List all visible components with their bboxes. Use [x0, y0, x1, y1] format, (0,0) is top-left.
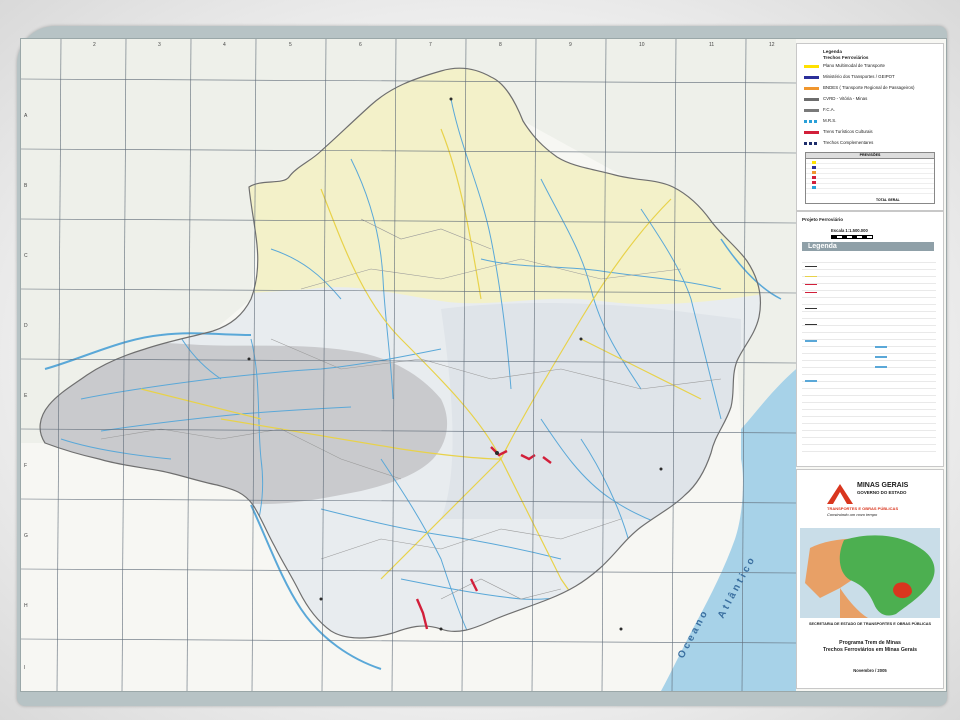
table-swatch	[812, 181, 816, 184]
region-center-east	[441, 303, 741, 519]
brand-slogan: Construindo um novo tempo	[827, 512, 878, 517]
grid-col-label: 8	[499, 42, 502, 48]
legend-symbol-line	[875, 346, 887, 348]
legend-item-label: Trens Turísticos Culturais	[823, 129, 873, 134]
grid-col-label: 5	[289, 42, 292, 48]
grid-col-label: 11	[709, 42, 714, 48]
grid-row-label: C	[24, 253, 28, 259]
legend-symbol-line	[805, 340, 817, 342]
legend-symbol-line	[875, 366, 887, 368]
scale-label: Escala 1:1.500.000	[831, 228, 868, 233]
legend-symbol-line	[805, 324, 817, 325]
legend-swatch	[804, 142, 819, 145]
secretaria-text: SECRETARIA DE ESTADO DE TRANSPORTES E OB…	[808, 622, 932, 626]
table-swatch	[812, 161, 816, 164]
legend-symbol-line	[805, 266, 817, 267]
table-total-label: TOTAL GERAL	[876, 198, 900, 202]
grid-row-label: D	[24, 323, 28, 329]
legend-item-label: Ministério dos Transportes / GEIPOT	[823, 74, 895, 79]
grid-row-label: F	[24, 463, 27, 469]
grid-row-label: H	[24, 603, 28, 609]
legend-item-label: Trechos Complementares	[823, 140, 874, 145]
legend-column: Legenda Trechos Ferroviários Plano Multi…	[796, 39, 946, 691]
brand-subname: GOVERNO DO ESTADO	[857, 490, 907, 495]
legend-item-label: F.C.A.	[823, 107, 835, 112]
legend-swatch	[804, 109, 819, 112]
grid-col-label: 9	[569, 42, 572, 48]
legend-item-label: CVRD - Vitória - Minas	[823, 96, 868, 101]
legend-item-label: Plano Multimodal de Transporte	[823, 63, 885, 68]
legend-swatch	[804, 65, 819, 68]
grid-col-label: 3	[158, 42, 161, 48]
program-title: Programa Trem de Minas	[839, 640, 901, 646]
legend-symbols-area	[802, 256, 936, 456]
legend-swatch	[804, 131, 819, 134]
table-swatch	[812, 171, 816, 174]
legend-symbol-line	[805, 292, 817, 293]
grid-col-label: 7	[429, 42, 432, 48]
minas-gerais-logo-icon	[827, 484, 853, 504]
table-swatch	[812, 166, 816, 169]
grid-col-label: 4	[223, 42, 226, 48]
legend-swatch	[804, 76, 819, 79]
legend-title: Legenda	[823, 49, 842, 54]
table-swatch	[812, 176, 816, 179]
grid-col-label: 10	[639, 42, 645, 48]
table-swatch	[812, 186, 816, 189]
brand-name: MINAS GERAIS	[857, 482, 909, 489]
rail-legend-box: Legenda Trechos Ferroviários Plano Multi…	[796, 43, 944, 211]
legend-symbol-line	[805, 276, 817, 277]
legend-item-label: M.R.S.	[823, 118, 837, 123]
projection-label: Projeto Ferroviário	[802, 217, 844, 222]
legend-symbol-line	[875, 356, 887, 358]
brand-tagline: TRANSPORTES E OBRAS PÚBLICAS	[827, 506, 899, 511]
legend-item-label: BNDES ( Transporte Regional de Passageir…	[823, 85, 915, 90]
scale-bar	[831, 235, 873, 239]
forecast-table: PREVISÕES TOTAL GERAL	[805, 152, 935, 204]
legend-swatch	[804, 120, 819, 123]
grid-row-label: I	[24, 665, 25, 671]
legend-symbol-line	[805, 380, 817, 382]
legend-banner: Legenda	[802, 242, 934, 251]
grid-row-label: G	[24, 533, 28, 539]
legend-swatch	[804, 87, 819, 90]
map-legend-box: Projeto Ferroviário Escala 1:1.500.000 L…	[796, 211, 944, 467]
grid-col-label: 6	[359, 42, 362, 48]
legend-symbol-line	[805, 308, 817, 309]
grid-col-label: 2	[93, 42, 96, 48]
legend-symbol-line	[805, 284, 817, 285]
program-subtitle: Trechos Ferroviários em Minas Gerais	[823, 647, 917, 653]
grid-col-label: 12	[769, 42, 775, 48]
legend-subtitle: Trechos Ferroviários	[823, 55, 869, 60]
date-label: Novembro / 2005	[853, 668, 887, 673]
map-sheet: 2 3 4 5 6 7 8 9 10 11 12 A B C D E F G H…	[20, 38, 947, 692]
brazil-locator-map	[800, 528, 940, 618]
legend-swatch	[804, 98, 819, 101]
brand-box: MINAS GERAIS GOVERNO DO ESTADO TRANSPORT…	[796, 469, 944, 689]
state-map: 2 3 4 5 6 7 8 9 10 11 12 A B C D E F G H…	[21, 39, 796, 691]
forecast-table-rows	[806, 159, 934, 197]
